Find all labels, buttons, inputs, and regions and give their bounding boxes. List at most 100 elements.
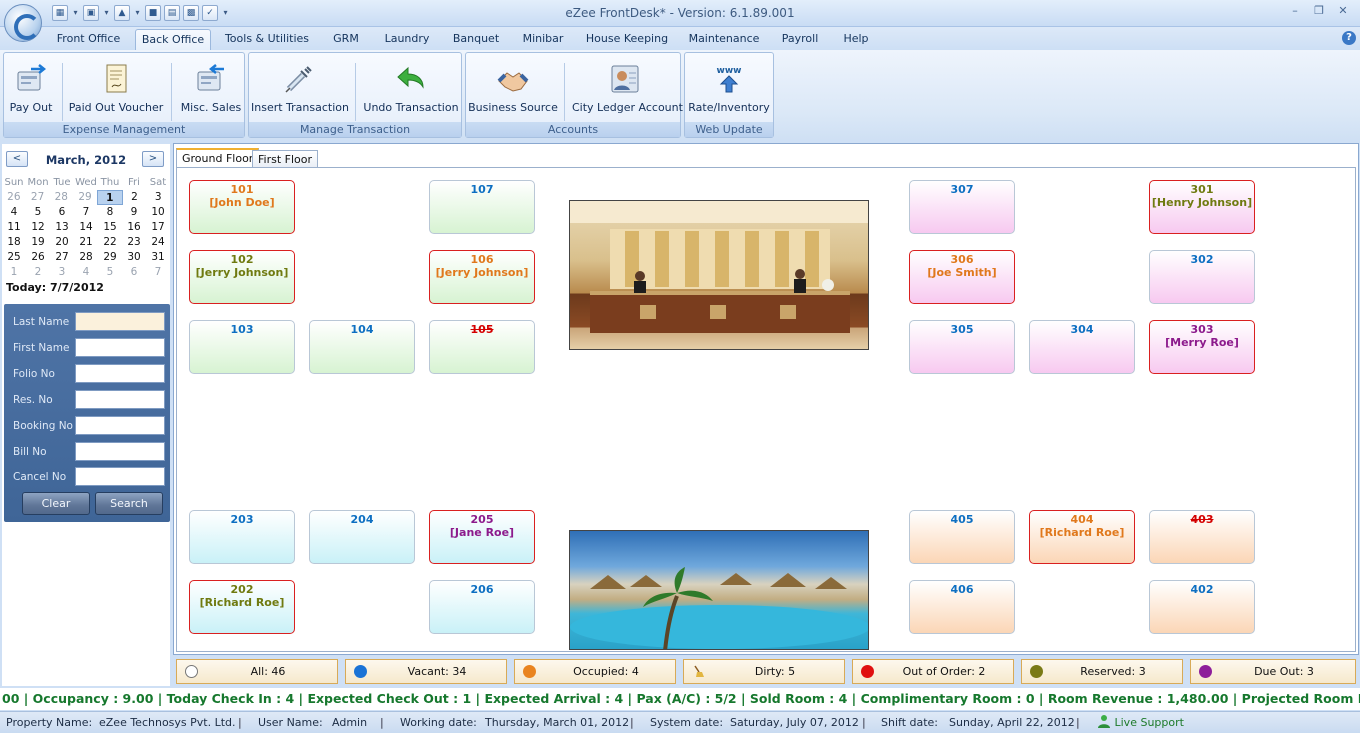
room-tile[interactable]: 107 <box>429 180 535 234</box>
status-occupied-button[interactable]: Occupied: 4 <box>514 659 676 684</box>
room-tile[interactable]: 403 <box>1149 510 1255 564</box>
app-menu-button[interactable] <box>4 4 42 42</box>
close-icon[interactable]: ✕ <box>1332 3 1354 19</box>
calendar-day[interactable]: 4 <box>74 265 98 280</box>
room-tile[interactable]: 402 <box>1149 580 1255 634</box>
calendar-day[interactable]: 31 <box>146 250 170 265</box>
tab-front-office[interactable]: Front Office <box>50 29 127 50</box>
room-tile[interactable]: 303 [Merry Roe] <box>1149 320 1255 374</box>
tab-tools-utilities[interactable]: Tools & Utilities <box>222 29 312 50</box>
bill-no-input[interactable] <box>75 442 165 461</box>
calendar-day[interactable]: 30 <box>122 250 146 265</box>
folio-no-input[interactable] <box>75 364 165 383</box>
res-no-input[interactable] <box>75 390 165 409</box>
today-date[interactable]: Today: 7/7/2012 <box>6 281 104 294</box>
calendar-day[interactable]: 11 <box>2 220 26 235</box>
first-name-input[interactable] <box>75 338 165 357</box>
tab-house-keeping[interactable]: House Keeping <box>582 29 672 50</box>
calendar-day[interactable]: 16 <box>122 220 146 235</box>
calendar-day[interactable]: 8 <box>98 205 122 220</box>
calendar-day[interactable]: 21 <box>74 235 98 250</box>
calendar-day[interactable]: 28 <box>49 190 73 205</box>
calendar-day[interactable]: 2 <box>123 190 147 205</box>
calendar-day[interactable]: 29 <box>73 190 97 205</box>
calendar-day[interactable]: 5 <box>98 265 122 280</box>
status-reserved-button[interactable]: Reserved: 3 <box>1021 659 1183 684</box>
calendar-day[interactable]: 10 <box>146 205 170 220</box>
minimize-icon[interactable]: – <box>1284 3 1306 19</box>
calendar-day[interactable]: 26 <box>2 190 26 205</box>
live-support-link[interactable]: Live Support <box>1097 712 1184 733</box>
room-tile[interactable]: 101 [John Doe] <box>189 180 295 234</box>
calendar-day[interactable]: 24 <box>146 235 170 250</box>
rate-inventory-button[interactable]: www Rate/Inventory <box>687 57 771 121</box>
calendar-day[interactable]: 6 <box>122 265 146 280</box>
calendar-day[interactable]: 22 <box>98 235 122 250</box>
calendar-day[interactable]: 4 <box>2 205 26 220</box>
calendar-day-selected[interactable]: 1 <box>96 190 123 205</box>
status-dirty-button[interactable]: Dirty: 5 <box>683 659 845 684</box>
room-tile[interactable]: 302 <box>1149 250 1255 304</box>
room-tile[interactable]: 404 [Richard Roe] <box>1029 510 1135 564</box>
calendar-day[interactable]: 3 <box>146 190 170 205</box>
calendar-day[interactable]: 6 <box>50 205 74 220</box>
calendar-day[interactable]: 7 <box>146 265 170 280</box>
status-out-of-order-button[interactable]: Out of Order: 2 <box>852 659 1014 684</box>
status-due-out-button[interactable]: Due Out: 3 <box>1190 659 1356 684</box>
clear-button[interactable]: Clear <box>22 492 90 515</box>
room-tile[interactable]: 405 <box>909 510 1015 564</box>
calendar-day[interactable]: 28 <box>74 250 98 265</box>
calendar-day[interactable]: 15 <box>98 220 122 235</box>
calendar-day[interactable]: 27 <box>26 190 50 205</box>
calendar-day[interactable]: 14 <box>74 220 98 235</box>
room-tile[interactable]: 205 [Jane Roe] <box>429 510 535 564</box>
calendar-day[interactable]: 9 <box>122 205 146 220</box>
room-tile[interactable]: 202 [Richard Roe] <box>189 580 295 634</box>
calendar-day[interactable]: 23 <box>122 235 146 250</box>
calendar-day[interactable]: 12 <box>26 220 50 235</box>
room-tile[interactable]: 203 <box>189 510 295 564</box>
room-tile[interactable]: 102 [Jerry Johnson] <box>189 250 295 304</box>
calendar-day[interactable]: 29 <box>98 250 122 265</box>
booking-no-input[interactable] <box>75 416 165 435</box>
calendar-day[interactable]: 17 <box>146 220 170 235</box>
help-icon[interactable]: ? <box>1342 31 1356 45</box>
room-tile[interactable]: 305 <box>909 320 1015 374</box>
tab-back-office[interactable]: Back Office <box>135 29 211 50</box>
room-tile[interactable]: 306 [Joe Smith] <box>909 250 1015 304</box>
calendar-day[interactable]: 13 <box>50 220 74 235</box>
tab-maintenance[interactable]: Maintenance <box>686 29 762 50</box>
room-tile[interactable]: 206 <box>429 580 535 634</box>
calendar-day[interactable]: 26 <box>26 250 50 265</box>
calendar-prev-button[interactable]: < <box>6 151 28 167</box>
room-tile[interactable]: 406 <box>909 580 1015 634</box>
calendar-day[interactable]: 3 <box>50 265 74 280</box>
room-tile[interactable]: 304 <box>1029 320 1135 374</box>
calendar-day[interactable]: 18 <box>2 235 26 250</box>
tab-first-floor[interactable]: First Floor <box>252 150 319 168</box>
calendar-day[interactable]: 1 <box>2 265 26 280</box>
calendar-day[interactable]: 25 <box>2 250 26 265</box>
room-tile[interactable]: 204 <box>309 510 415 564</box>
room-tile[interactable]: 104 <box>309 320 415 374</box>
restore-icon[interactable]: ❐ <box>1308 3 1330 19</box>
tab-payroll[interactable]: Payroll <box>776 29 824 50</box>
room-tile[interactable]: 103 <box>189 320 295 374</box>
room-tile[interactable]: 307 <box>909 180 1015 234</box>
undo-transaction-button[interactable]: Undo Transaction <box>363 57 459 121</box>
room-tile[interactable]: 301 [Henry Johnson] <box>1149 180 1255 234</box>
insert-transaction-button[interactable]: Insert Transaction <box>251 57 349 121</box>
calendar-day[interactable]: 7 <box>74 205 98 220</box>
last-name-input[interactable] <box>75 312 165 331</box>
pay-out-button[interactable]: Pay Out <box>6 57 56 121</box>
status-vacant-button[interactable]: Vacant: 34 <box>345 659 507 684</box>
calendar-day[interactable]: 19 <box>26 235 50 250</box>
calendar-day[interactable]: 20 <box>50 235 74 250</box>
tab-minibar[interactable]: Minibar <box>518 29 568 50</box>
paid-out-voucher-button[interactable]: Paid Out Voucher <box>68 57 164 121</box>
search-button[interactable]: Search <box>95 492 163 515</box>
tab-help[interactable]: Help <box>838 29 874 50</box>
calendar-day[interactable]: 27 <box>50 250 74 265</box>
tab-ground-floor[interactable]: Ground Floor <box>176 148 260 168</box>
tab-banquet[interactable]: Banquet <box>448 29 504 50</box>
